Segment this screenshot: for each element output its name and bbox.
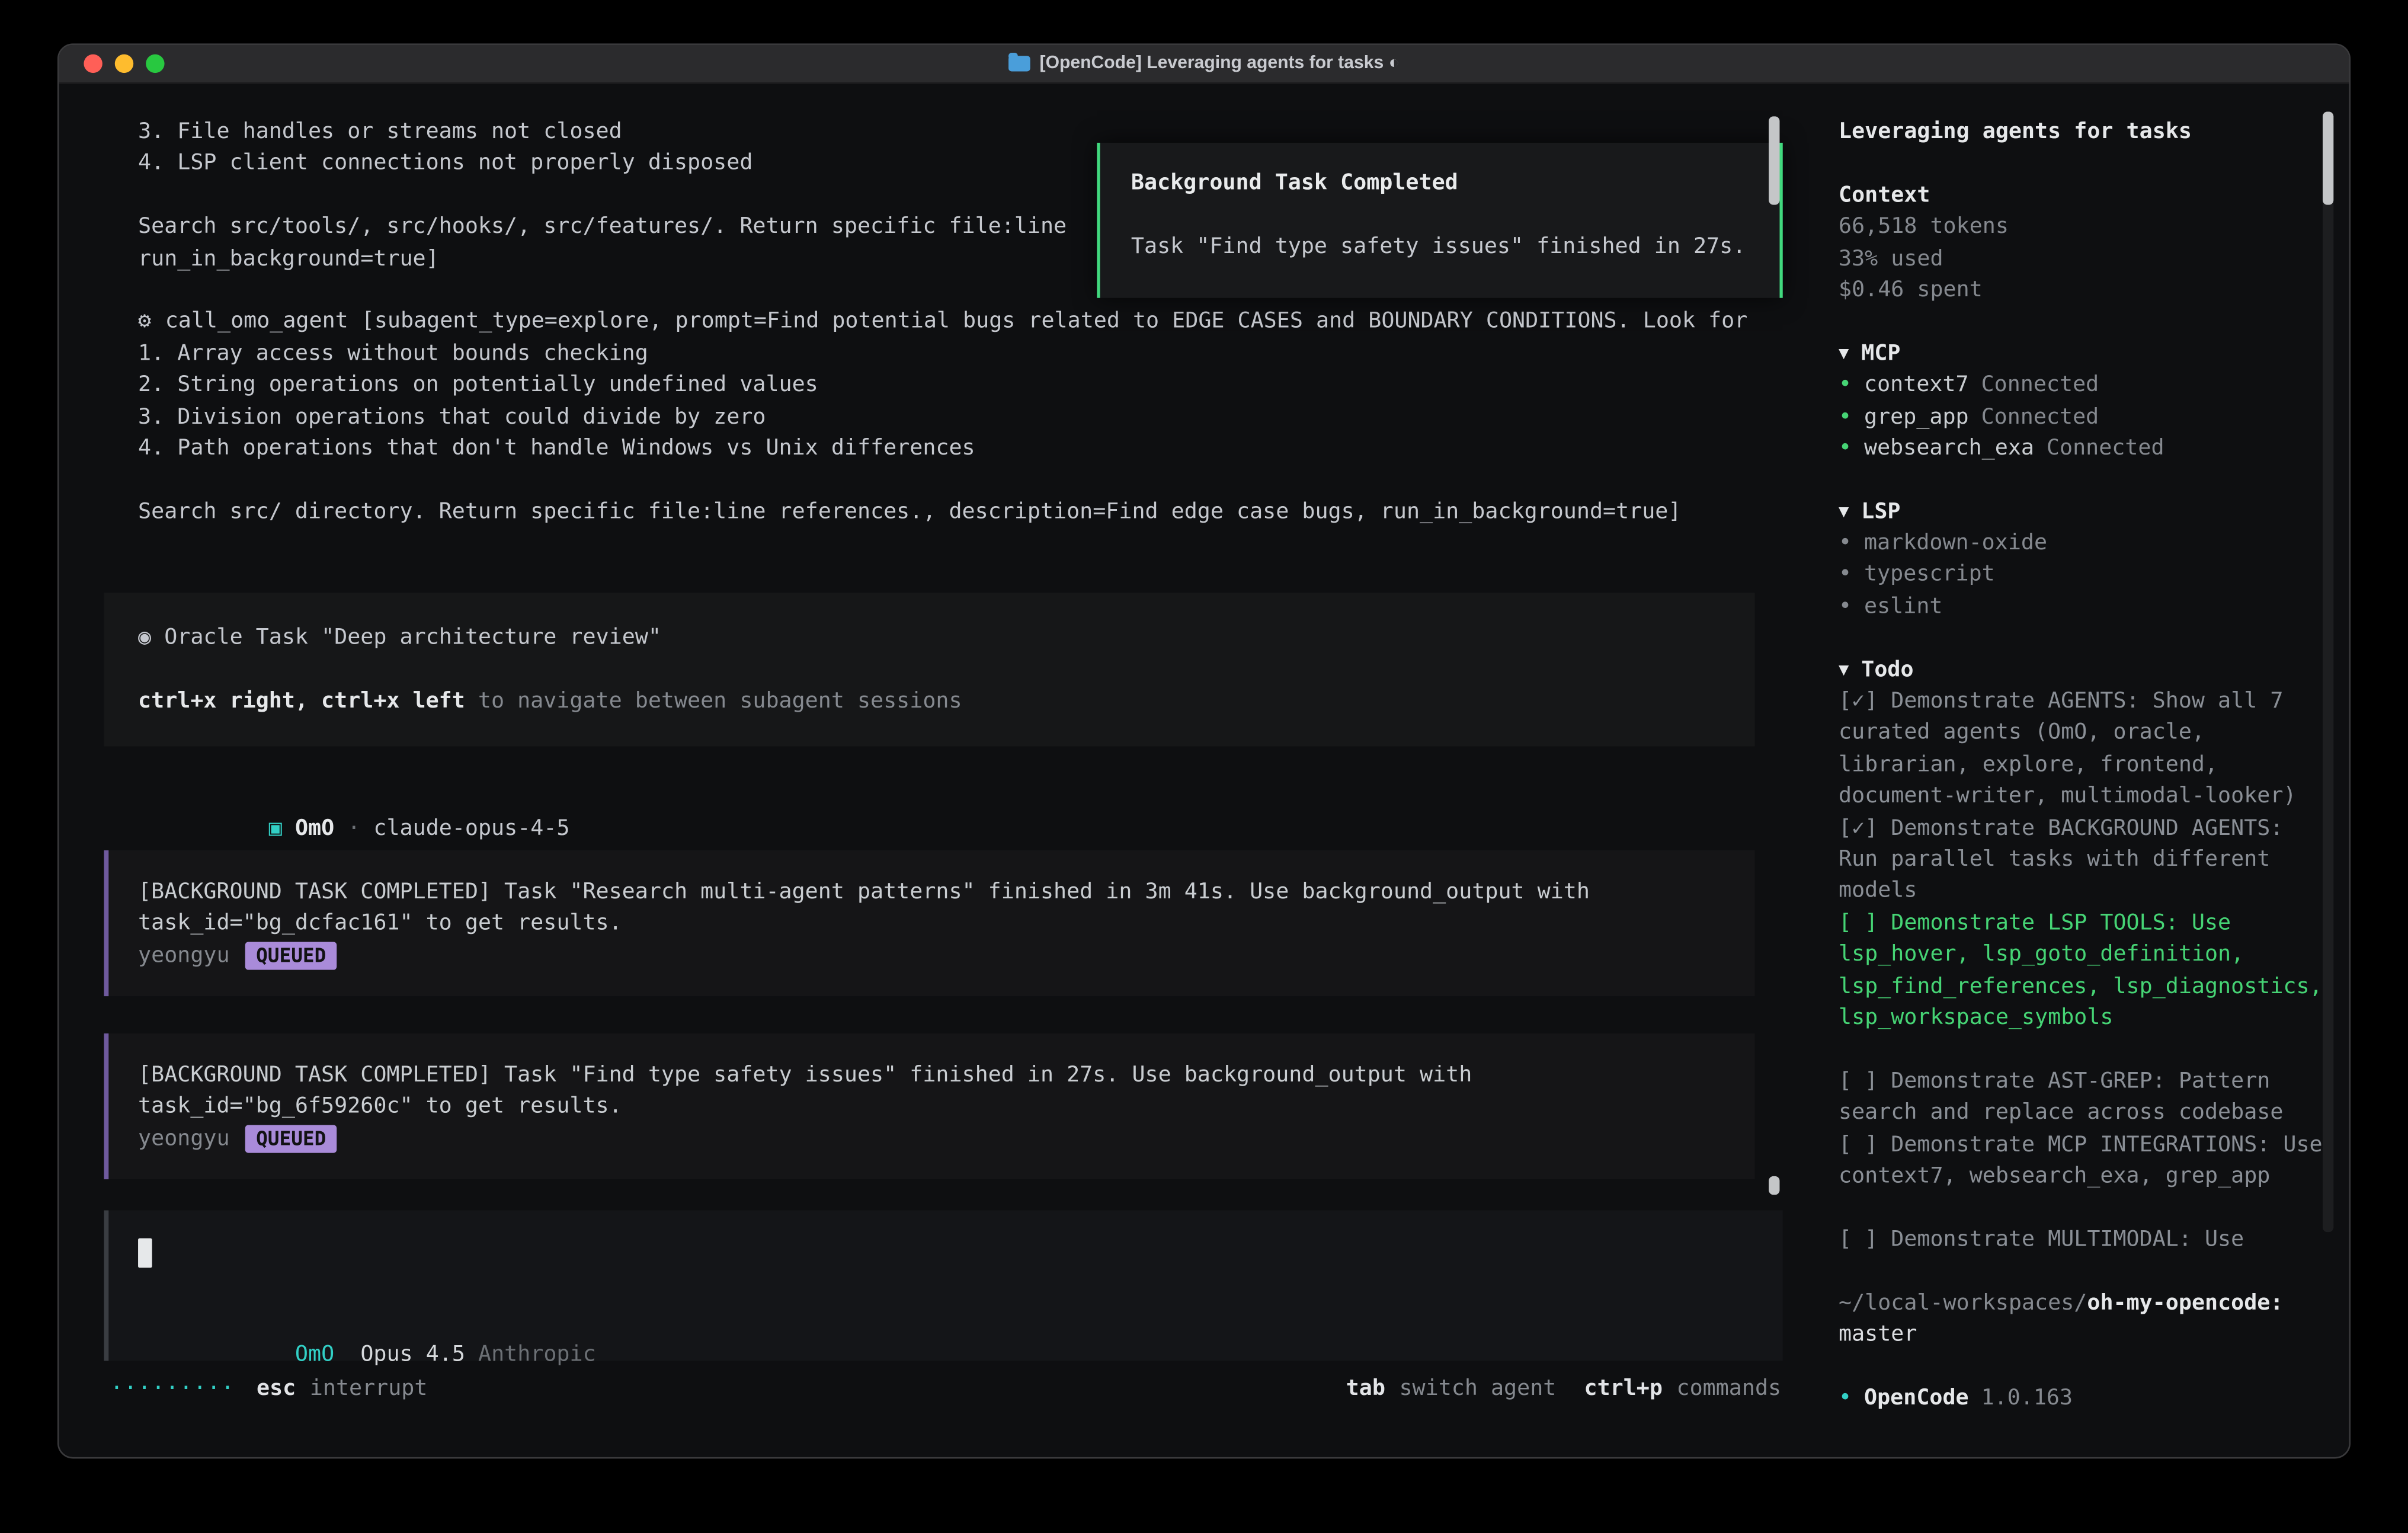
tab-key-hint: tab — [1346, 1377, 1385, 1401]
status-badge: QUEUED — [245, 1125, 337, 1153]
message-text: task_id="bg_6f59260c" to get results. — [138, 1091, 1721, 1122]
mcp-item: •websearch_exaConnected — [1839, 433, 2326, 464]
bullet-icon: • — [1839, 401, 1852, 433]
text-cursor — [138, 1238, 152, 1268]
app-version: •OpenCode1.0.163 — [1839, 1382, 2326, 1414]
toast-title: Background Task Completed — [1131, 168, 1749, 199]
agent-name: OmO — [282, 815, 334, 840]
todo-item-pending: [ ] Demonstrate MCP INTEGRATIONS: Use co… — [1839, 1129, 2326, 1193]
close-button[interactable] — [84, 55, 102, 73]
title-group: [OpenCode] Leveraging agents for tasks ◐ — [1008, 55, 1400, 73]
lsp-item: •eslint — [1839, 591, 2326, 622]
window-title: [OpenCode] Leveraging agents for tasks ◐ — [1040, 55, 1400, 73]
title-bar[interactable]: [OpenCode] Leveraging agents for tasks ◐ — [59, 45, 2349, 84]
spinner-dots: ········· — [110, 1377, 235, 1401]
tab-key-label: switch agent — [1399, 1377, 1556, 1401]
context-tokens: 66,518 tokens — [1839, 212, 2326, 243]
oracle-task-text: Oracle Task "Deep architecture review" — [151, 625, 661, 650]
oracle-task-title: ◉ Oracle Task "Deep architecture review" — [138, 622, 1721, 654]
background-task-message: [BACKGROUND TASK COMPLETED] Task "Find t… — [104, 1033, 1754, 1179]
fisheye-icon: ◉ — [138, 625, 151, 650]
commands-key-hint: ctrl+p — [1584, 1377, 1663, 1401]
agent-checkbox-icon: ▣ — [269, 815, 282, 840]
background-task-message: [BACKGROUND TASK COMPLETED] Task "Resear… — [104, 850, 1754, 996]
tool-call-item: 3. Division operations that could divide… — [138, 401, 1784, 433]
message-text: [BACKGROUND TASK COMPLETED] Task "Resear… — [138, 876, 1721, 908]
todo-item-active: [ ] Demonstrate LSP TOOLS: Use lsp_hover… — [1839, 908, 2326, 1035]
terminal-window: [OpenCode] Leveraging agents for tasks ◐… — [57, 43, 2351, 1458]
navigation-hint: ctrl+x right, ctrl+x left to navigate be… — [138, 686, 1721, 717]
sidebar: Leveraging agents for tasks Context 66,5… — [1812, 84, 2349, 1458]
esc-key-label: interrupt — [310, 1377, 428, 1401]
status-bar: ········· esc interrupt tab switch agent c… — [110, 1373, 1781, 1404]
tool-call-text: call_omo_agent [subagent_type=explore, p… — [165, 309, 1748, 334]
context-spent: $0.46 spent — [1839, 274, 2326, 306]
tool-call-item: 2. String operations on potentially unde… — [138, 370, 1784, 401]
prompt-input[interactable]: OmO Opus 4.5 Anthropic — [104, 1210, 1782, 1361]
mcp-section-heading[interactable]: ▼MCP — [1839, 338, 2326, 369]
input-agent-label: OmO — [295, 1342, 334, 1367]
background-task-toast: Background Task Completed Task "Find typ… — [1097, 143, 1782, 298]
input-model-label: Opus 4.5 — [360, 1342, 465, 1367]
mcp-item: •context7Connected — [1839, 370, 2326, 401]
sidebar-scrollbar-track[interactable] — [2323, 112, 2333, 1233]
chat-pane: 3. File handles or streams not closed 4.… — [59, 84, 1785, 1458]
commands-key-label: commands — [1677, 1377, 1782, 1401]
oracle-task-panel: ◉ Oracle Task "Deep architecture review"… — [104, 593, 1754, 747]
tool-call-header: ⚙ call_omo_agent [subagent_type=explore, … — [138, 306, 1784, 338]
todo-item-done: [✓] Demonstrate BACKGROUND AGENTS: Run p… — [1839, 812, 2326, 907]
hint-text: to navigate between subagent sessions — [465, 689, 962, 713]
input-meta: OmO Opus 4.5 Anthropic — [138, 1307, 1749, 1339]
chevron-down-icon: ▼ — [1839, 338, 1849, 369]
bullet-icon: • — [1839, 370, 1852, 401]
desktop: [OpenCode] Leveraging agents for tasks ◐… — [0, 0, 2408, 1533]
bullet-icon: • — [1839, 433, 1852, 464]
context-heading: Context — [1839, 180, 2326, 211]
lsp-item: •markdown-oxide — [1839, 528, 2326, 559]
bullet-icon: • — [1839, 528, 1852, 559]
todo-item-pending: [ ] Demonstrate MULTIMODAL: Use — [1839, 1224, 2326, 1256]
chevron-down-icon: ▼ — [1839, 496, 1849, 527]
input-provider-label: Anthropic — [478, 1342, 596, 1367]
toast-body: Task "Find type safety issues" finished … — [1131, 231, 1749, 263]
gear-icon: ⚙ — [138, 309, 151, 334]
message-text: [BACKGROUND TASK COMPLETED] Task "Find t… — [138, 1060, 1721, 1091]
workspace-path: ~/local-workspaces/oh-my-opencode: — [1839, 1288, 2326, 1319]
bullet-icon: • — [1839, 591, 1852, 622]
agent-model: claude-opus-4-5 — [373, 815, 569, 840]
status-badge: QUEUED — [245, 941, 337, 969]
main-scrollbar-thumb[interactable] — [1769, 116, 1779, 204]
esc-key-hint: esc — [257, 1377, 296, 1401]
main-scrollbar-thumb[interactable] — [1769, 1176, 1779, 1195]
message-text: task_id="bg_dcfac161" to get results. — [138, 908, 1721, 939]
sidebar-scrollbar-thumb[interactable] — [2323, 112, 2333, 205]
mcp-item: •grep_appConnected — [1839, 401, 2326, 433]
separator: · — [334, 815, 373, 840]
message-author: yeongyu — [138, 943, 230, 968]
tool-call-item: 4. Path operations that don't handle Win… — [138, 433, 1784, 464]
traffic-lights — [84, 55, 164, 73]
bullet-icon: • — [1839, 1382, 1852, 1414]
bullet-icon: • — [1839, 559, 1852, 591]
hint-keys: ctrl+x right, ctrl+x left — [138, 689, 465, 713]
agent-header: ▣ OmO · claude-opus-4-5 — [138, 781, 1784, 812]
tool-call-footer: Search src/ directory. Return specific f… — [138, 496, 1784, 527]
minimize-button[interactable] — [115, 55, 133, 73]
session-title: Leveraging agents for tasks — [1839, 116, 2326, 148]
todo-item-done: [✓] Demonstrate AGENTS: Show all 7 curat… — [1839, 686, 2326, 812]
tool-call-item: 1. Array access without bounds checking — [138, 338, 1784, 369]
chevron-down-icon: ▼ — [1839, 654, 1849, 686]
lsp-section-heading[interactable]: ▼LSP — [1839, 496, 2326, 527]
context-used: 33% used — [1839, 243, 2326, 274]
message-author: yeongyu — [138, 1126, 230, 1151]
todo-item-pending: [ ] Demonstrate AST-GREP: Pattern search… — [1839, 1066, 2326, 1129]
maximize-button[interactable] — [146, 55, 164, 73]
todo-section-heading[interactable]: ▼Todo — [1839, 654, 2326, 686]
folder-icon — [1008, 56, 1030, 71]
lsp-item: •typescript — [1839, 559, 2326, 591]
workspace-branch: master — [1839, 1319, 2326, 1350]
